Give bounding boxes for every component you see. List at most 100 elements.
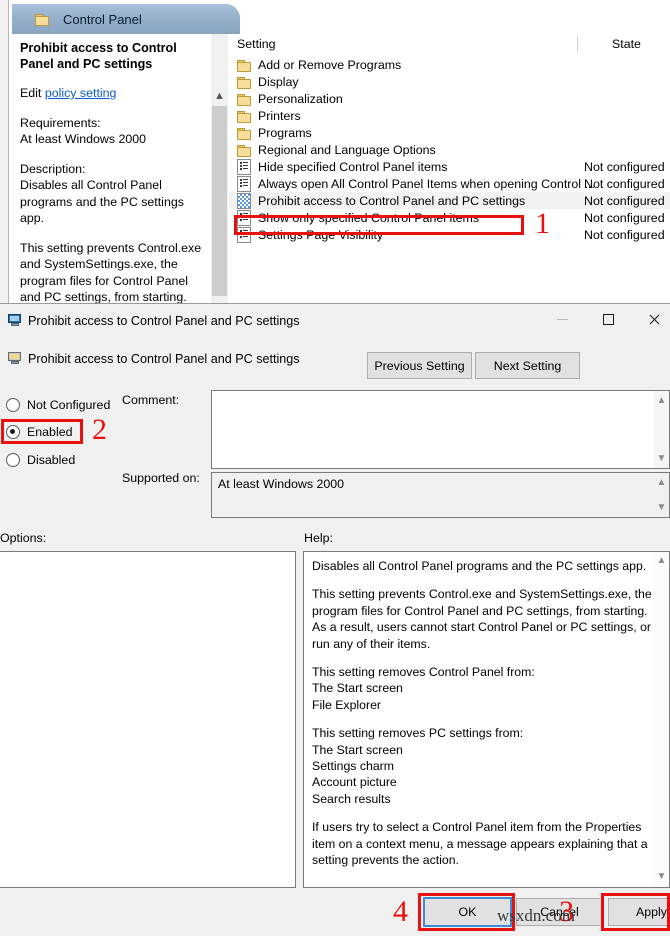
column-divider bbox=[577, 36, 578, 52]
table-row[interactable]: Regional and Language Options bbox=[229, 141, 670, 158]
folder-icon bbox=[237, 127, 251, 140]
annotation-box-2 bbox=[1, 419, 83, 444]
comment-field[interactable]: ▲ ▼ bbox=[211, 390, 670, 469]
help-scrollbar[interactable]: ▲ ▼ bbox=[654, 552, 669, 887]
policy-icon bbox=[237, 158, 251, 175]
comment-label: Comment: bbox=[122, 393, 180, 407]
dialog-title-text: Prohibit access to Control Panel and PC … bbox=[28, 314, 300, 328]
scroll-up-icon[interactable]: ▲ bbox=[211, 88, 228, 104]
column-header-state[interactable]: State bbox=[612, 37, 641, 51]
folder-icon bbox=[237, 76, 251, 89]
help-paragraph-4-line-1: The Start screen bbox=[312, 742, 403, 757]
help-paragraph-3-head: This setting removes Control Panel from: bbox=[312, 665, 535, 680]
supported-on-field: At least Windows 2000 ▲ ▼ bbox=[211, 472, 670, 518]
folder-icon bbox=[237, 110, 251, 123]
scrollbar-thumb[interactable] bbox=[212, 106, 227, 296]
table-row-label: Hide specified Control Panel items bbox=[258, 159, 448, 174]
watermark: wsxdn.com bbox=[497, 906, 575, 925]
annotation-number-4: 4 bbox=[393, 895, 408, 928]
policy-detail-pane: Prohibit access to Control Panel and PC … bbox=[12, 34, 210, 318]
annotation-number-1: 1 bbox=[535, 207, 550, 240]
table-row[interactable]: Always open All Control Panel Items when… bbox=[229, 175, 670, 192]
table-row[interactable]: Printers bbox=[229, 107, 670, 124]
dialog-title-bar[interactable]: Prohibit access to Control Panel and PC … bbox=[0, 304, 670, 340]
table-row-state: Not configured bbox=[584, 159, 665, 174]
table-row[interactable]: Hide specified Control Panel items Not co… bbox=[229, 158, 670, 175]
window-left-gutter bbox=[0, 0, 8, 320]
policy-edit-line: Edit policy setting bbox=[20, 85, 202, 102]
help-scroll-down-icon[interactable]: ▼ bbox=[654, 870, 669, 885]
policy-icon bbox=[237, 192, 251, 209]
minimize-icon bbox=[556, 318, 568, 320]
annotation-number-2: 2 bbox=[92, 413, 107, 446]
column-header-setting[interactable]: Setting bbox=[237, 37, 276, 51]
control-panel-tab-label: Control Panel bbox=[63, 11, 142, 27]
control-panel-tab[interactable]: Control Panel bbox=[12, 4, 240, 34]
dialog-header-title: Prohibit access to Control Panel and PC … bbox=[28, 352, 300, 366]
folder-icon bbox=[237, 144, 251, 157]
policy-setting-link[interactable]: policy setting bbox=[45, 86, 117, 100]
help-paragraph-4-line-2: Settings charm bbox=[312, 759, 395, 774]
policy-setting-icon bbox=[8, 352, 22, 365]
help-paragraph-4-line-4: Search results bbox=[312, 791, 391, 806]
help-scroll-up-icon[interactable]: ▲ bbox=[654, 554, 669, 569]
close-button[interactable] bbox=[631, 304, 670, 334]
help-paragraph-2: This setting prevents Control.exe and Sy… bbox=[312, 587, 652, 651]
table-row[interactable]: Prohibit access to Control Panel and PC … bbox=[229, 192, 670, 209]
folder-icon bbox=[237, 93, 251, 106]
table-row[interactable]: Display bbox=[229, 73, 670, 90]
table-row-label: Display bbox=[258, 74, 299, 89]
minimize-button[interactable] bbox=[539, 304, 585, 334]
options-panel bbox=[0, 551, 296, 888]
table-row-state: Not configured bbox=[584, 227, 665, 242]
table-row[interactable]: Add or Remove Programs bbox=[229, 56, 670, 73]
table-row[interactable]: Programs bbox=[229, 124, 670, 141]
next-setting-button[interactable]: Next Setting bbox=[475, 352, 580, 379]
help-paragraph-4-head: This setting removes PC settings from: bbox=[312, 726, 524, 741]
radio-not-configured-label: Not Configured bbox=[27, 398, 111, 412]
help-panel: Disables all Control Panel programs and … bbox=[303, 551, 670, 888]
help-label: Help: bbox=[304, 531, 333, 545]
policy-detail-title: Prohibit access to Control Panel and PC … bbox=[20, 41, 177, 71]
policy-window-icon bbox=[8, 314, 22, 327]
table-row-state: Not configured bbox=[584, 193, 665, 208]
description-paragraph-1: Disables all Control Panel programs and … bbox=[20, 178, 184, 225]
folder-icon bbox=[35, 13, 49, 26]
supported-on-value: At least Windows 2000 bbox=[218, 477, 345, 491]
maximize-icon bbox=[602, 313, 614, 325]
policy-edit-prefix: Edit bbox=[20, 86, 42, 100]
description-label: Description: bbox=[20, 161, 86, 176]
group-policy-editor-window: Control Panel Prohibit access to Control… bbox=[0, 0, 670, 320]
annotation-box-3 bbox=[601, 893, 670, 931]
table-row-label: Personalization bbox=[258, 91, 343, 106]
table-row-label: Printers bbox=[258, 108, 301, 123]
folder-icon bbox=[237, 59, 251, 72]
table-row-label: Always open All Control Panel Items when… bbox=[258, 176, 595, 191]
help-paragraph-5: If users try to select a Control Panel i… bbox=[312, 820, 648, 868]
previous-setting-button[interactable]: Previous Setting bbox=[367, 352, 472, 379]
table-row-state: Not configured bbox=[584, 176, 665, 191]
table-row-label: Add or Remove Programs bbox=[258, 57, 402, 72]
options-label: Options: bbox=[0, 531, 47, 545]
policy-icon bbox=[237, 175, 251, 192]
table-row-label: Regional and Language Options bbox=[258, 142, 436, 157]
comment-scroll-down-icon[interactable]: ▼ bbox=[654, 451, 669, 466]
supported-on-scrollbar[interactable]: ▲ ▼ bbox=[654, 473, 669, 517]
supported-scroll-down-icon[interactable]: ▼ bbox=[654, 500, 669, 515]
policy-list-pane: Setting State Add or Remove Programs Disp… bbox=[229, 34, 670, 320]
detail-pane-scrollbar[interactable]: ▲ bbox=[211, 34, 228, 318]
help-paragraph-3-line-1: The Start screen bbox=[312, 681, 403, 696]
supported-scroll-up-icon[interactable]: ▲ bbox=[654, 475, 669, 490]
comment-scrollbar[interactable]: ▲ ▼ bbox=[654, 391, 669, 468]
radio-not-configured-indicator[interactable] bbox=[6, 398, 20, 412]
maximize-button[interactable] bbox=[585, 304, 631, 334]
table-row-label: Programs bbox=[258, 125, 312, 140]
radio-disabled-indicator[interactable] bbox=[6, 453, 20, 467]
radio-not-configured[interactable]: Not Configured bbox=[6, 398, 110, 412]
radio-disabled[interactable]: Disabled bbox=[6, 453, 75, 467]
table-row[interactable]: Personalization bbox=[229, 90, 670, 107]
close-icon bbox=[648, 313, 661, 326]
help-paragraph-4-line-3: Account picture bbox=[312, 775, 397, 790]
comment-scroll-up-icon[interactable]: ▲ bbox=[654, 393, 669, 408]
help-paragraph-3-line-2: File Explorer bbox=[312, 697, 382, 712]
